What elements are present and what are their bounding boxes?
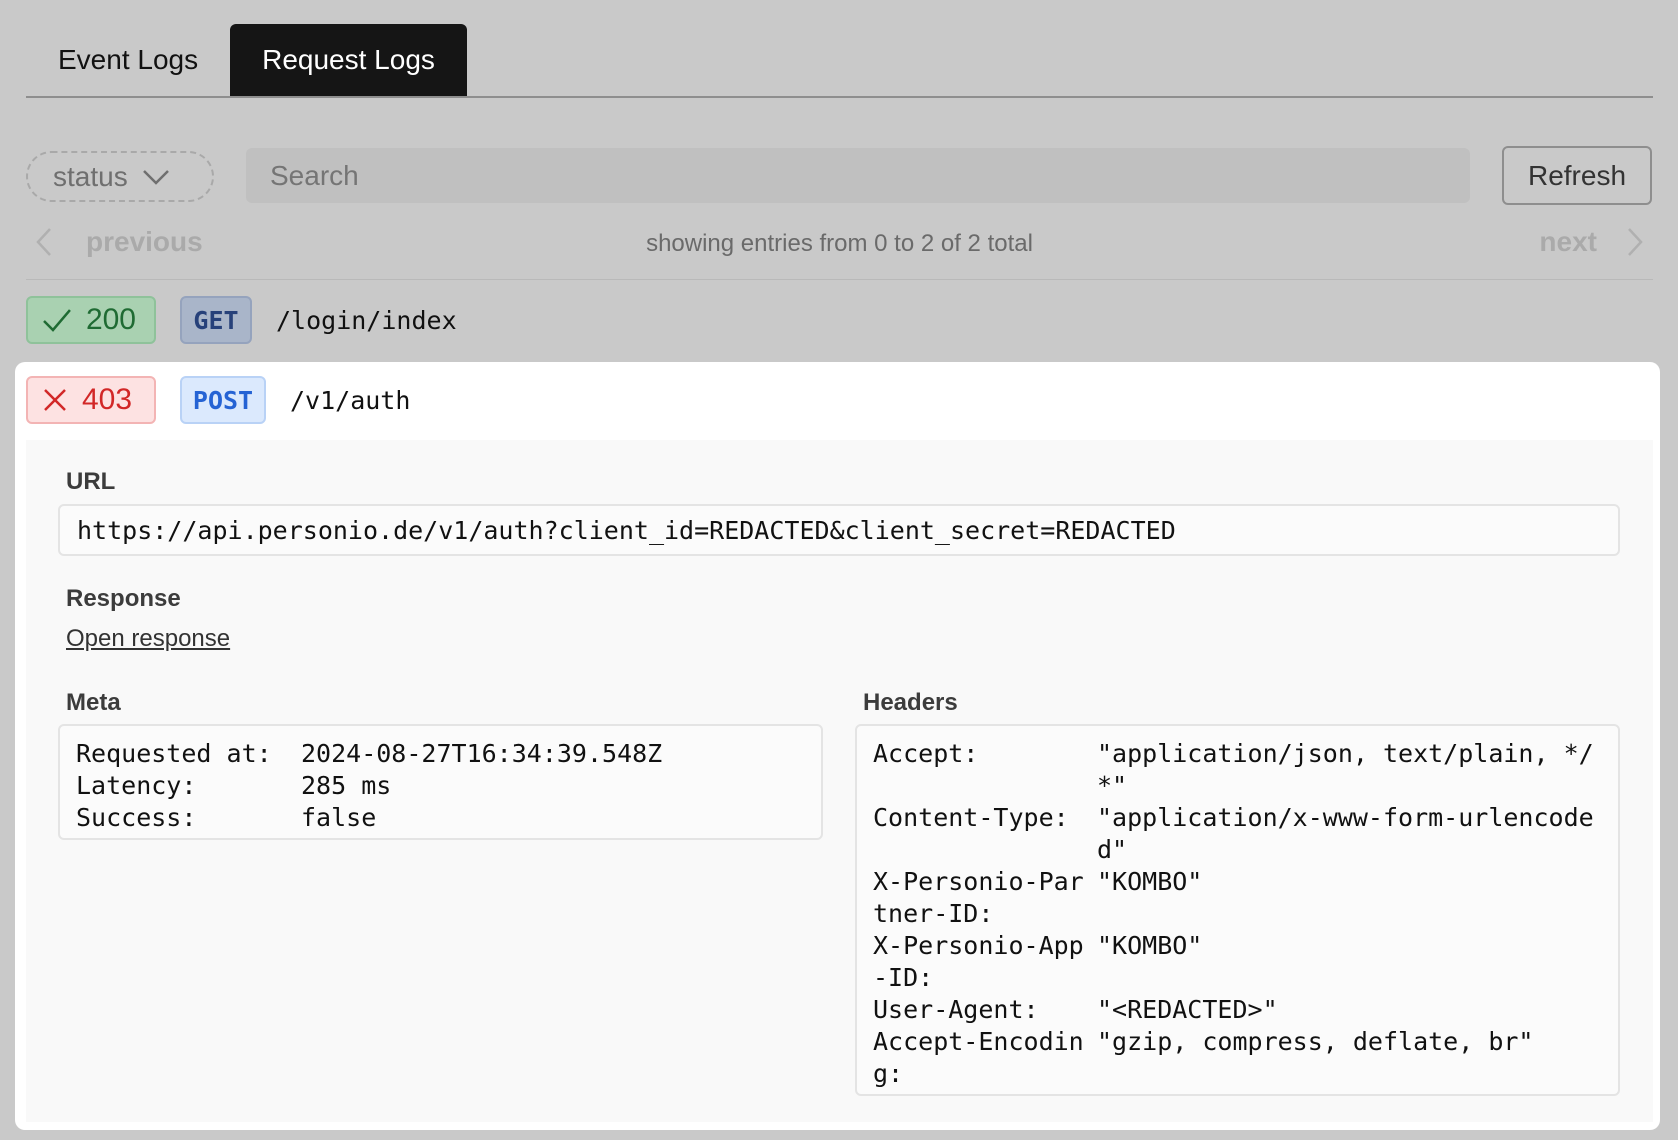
next-label: next <box>1539 226 1597 257</box>
header-value: "KOMBO" <box>1097 867 1203 896</box>
meta-value: false <box>301 803 377 832</box>
tab-event-logs[interactable]: Event Logs <box>26 24 230 96</box>
meta-key: Success: <box>76 803 197 832</box>
method-badge: GET <box>180 296 252 344</box>
header-value: "application/x-www-form-urlencoded" <box>1097 803 1594 864</box>
meta-value: 2024-08-27T16:34:39.548Z <box>301 739 663 768</box>
open-response-link[interactable]: Open response <box>66 625 230 653</box>
header-key: User-Agent: <box>873 995 1039 1024</box>
check-icon <box>43 309 71 332</box>
next-page-button[interactable]: next <box>1539 226 1643 258</box>
pagination-info: showing entries from 0 to 2 of 2 total <box>646 230 1033 257</box>
request-path: /v1/auth <box>290 385 411 415</box>
chevron-down-icon <box>142 169 169 185</box>
status-badge: 200 <box>26 296 156 344</box>
header-value: "gzip, compress, deflate, br" <box>1097 1027 1534 1056</box>
tab-request-logs[interactable]: Request Logs <box>230 24 467 96</box>
log-row[interactable]: 403 POST /v1/auth <box>26 376 410 424</box>
search-input[interactable] <box>246 148 1470 203</box>
header-key: Accept-Encoding: <box>873 1027 1084 1088</box>
status-code: 200 <box>85 303 136 336</box>
status-badge: 403 <box>26 376 156 424</box>
header-key: X-Personio-App-ID: <box>873 931 1084 992</box>
meta-value: 285 ms <box>301 771 392 800</box>
status-filter-label: status <box>53 160 128 192</box>
x-icon <box>44 389 66 411</box>
meta-key: Requested at: <box>76 739 272 768</box>
header-value: "<REDACTED>" <box>1097 995 1278 1024</box>
headers-label: Headers <box>863 689 958 716</box>
url-label: URL <box>66 468 116 495</box>
status-filter-dropdown[interactable]: status <box>26 151 214 202</box>
meta-label: Meta <box>66 689 121 716</box>
header-key: Content-Type: <box>873 803 1069 832</box>
status-code: 403 <box>82 383 133 416</box>
pagination: previous showing entries from 0 to 2 of … <box>26 220 1653 280</box>
header-value: "KOMBO" <box>1097 931 1203 960</box>
header-key: Accept: <box>873 739 979 768</box>
response-label: Response <box>66 585 181 612</box>
log-row[interactable]: 200 GET /login/index <box>26 296 457 344</box>
chevron-right-icon <box>1628 228 1643 256</box>
headers-box: Accept: "application/json, text/plain, *… <box>855 724 1620 1096</box>
method-badge: POST <box>180 376 266 424</box>
log-tabs: Event Logs Request Logs <box>26 24 1653 98</box>
url-field[interactable]: https://api.personio.de/v1/auth?client_i… <box>58 504 1620 556</box>
header-value: "application/json, text/plain, */*" <box>1097 739 1594 800</box>
meta-key: Latency: <box>76 771 197 800</box>
request-path: /login/index <box>276 305 457 335</box>
header-key: X-Personio-Partner-ID: <box>873 867 1084 928</box>
meta-box: Requested at: 2024-08-27T16:34:39.548Z L… <box>58 724 823 840</box>
refresh-button[interactable]: Refresh <box>1502 146 1652 205</box>
